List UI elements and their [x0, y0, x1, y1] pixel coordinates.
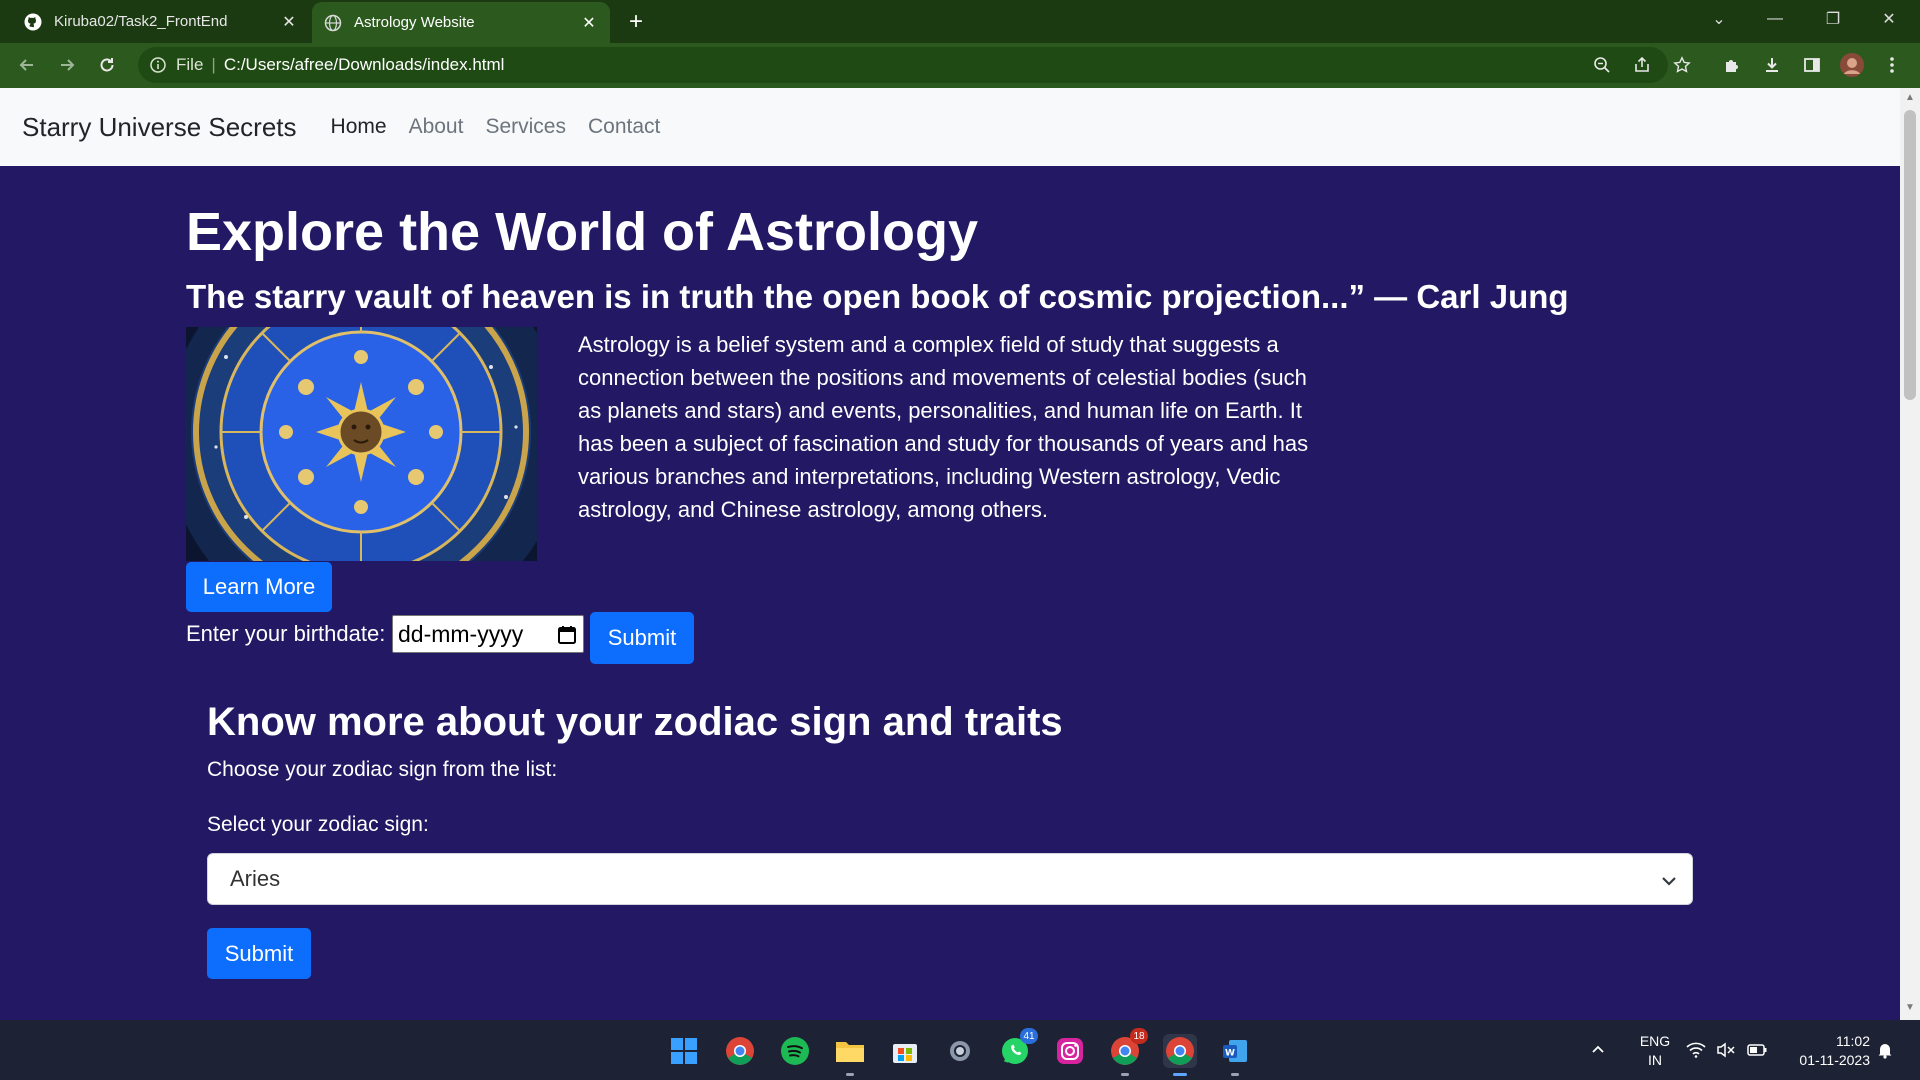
scroll-down-icon[interactable]: ▼	[1904, 1002, 1916, 1014]
tab-title: Astrology Website	[354, 14, 475, 31]
profile-avatar-icon[interactable]	[1838, 51, 1866, 79]
windows-taskbar: 41 18 W ENG IN 11:02 01-11-2023	[0, 1020, 1920, 1080]
running-indicator	[1231, 1073, 1239, 1076]
hero-quote: The starry vault of heaven is in truth t…	[186, 278, 1569, 315]
chrome-icon[interactable]	[723, 1034, 757, 1068]
spotify-icon[interactable]	[778, 1034, 812, 1068]
learn-more-button[interactable]: Learn More	[186, 562, 332, 612]
show-hidden-icons-chevron-icon[interactable]	[1590, 1020, 1606, 1080]
tab-search-icon[interactable]: ⌄	[1696, 0, 1742, 38]
back-icon[interactable]	[13, 51, 41, 79]
language-code: ENG	[1639, 1033, 1671, 1049]
close-icon[interactable]: ✕	[278, 11, 300, 33]
browser-toolbar: File | C:/Users/afree/Downloads/index.ht…	[0, 43, 1920, 88]
zodiac-section-title: Know more about your zodiac sign and tra…	[207, 700, 1063, 744]
region-code: IN	[1648, 1052, 1662, 1068]
instagram-icon[interactable]	[1053, 1034, 1087, 1068]
bookmark-star-icon[interactable]	[1668, 51, 1696, 79]
notification-bell-icon[interactable]	[1876, 1020, 1894, 1080]
calendar-icon[interactable]	[557, 624, 577, 644]
nav-link-services[interactable]: Services	[485, 115, 566, 139]
nav-link-about[interactable]: About	[409, 115, 464, 139]
tab-github[interactable]: Kiruba02/Task2_FrontEnd ✕	[10, 0, 310, 43]
svg-text:W: W	[1225, 1049, 1235, 1059]
restore-icon[interactable]: ❐	[1810, 0, 1856, 38]
web-page: Starry Universe Secrets Home About Servi…	[0, 88, 1900, 1020]
wifi-icon[interactable]	[1686, 1020, 1706, 1080]
running-indicator	[846, 1073, 854, 1076]
birthdate-label: Enter your birthdate:	[186, 621, 386, 646]
clock-time: 11:02	[1836, 1033, 1870, 1049]
system-clock[interactable]: 11:02 01-11-2023	[1780, 1032, 1870, 1070]
active-indicator	[1173, 1073, 1187, 1076]
settings-gear-icon[interactable]	[943, 1034, 977, 1068]
site-brand[interactable]: Starry Universe Secrets	[22, 112, 297, 143]
url-text: C:/Users/afree/Downloads/index.html	[223, 55, 505, 74]
chevron-down-icon	[1660, 870, 1678, 888]
language-indicator[interactable]: ENG IN	[1634, 1032, 1676, 1070]
scrollbar-thumb[interactable]	[1904, 110, 1916, 400]
astrology-description: Astrology is a belief system and a compl…	[578, 332, 1309, 522]
tab-astrology[interactable]: Astrology Website ✕	[312, 2, 610, 43]
notification-badge: 41	[1020, 1028, 1038, 1044]
side-panel-icon[interactable]	[1798, 51, 1826, 79]
menu-kebab-icon[interactable]	[1878, 51, 1906, 79]
zodiac-instructions: Choose your zodiac sign from the list:	[207, 758, 558, 781]
file-explorer-icon[interactable]	[833, 1034, 867, 1076]
extensions-icon[interactable]	[1718, 51, 1746, 79]
running-indicator	[1121, 1073, 1129, 1076]
browser-tab-bar: Kiruba02/Task2_FrontEnd ✕ Astrology Webs…	[0, 0, 1920, 43]
reload-icon[interactable]	[93, 51, 121, 79]
globe-icon	[324, 14, 342, 32]
page-scrollbar[interactable]: ▲ ▼	[1900, 88, 1920, 1020]
birthdate-placeholder: dd-mm-yyyy	[398, 620, 524, 647]
zodiac-select[interactable]: Aries	[207, 853, 1693, 905]
windows-start-icon[interactable]	[667, 1034, 701, 1068]
word-icon[interactable]: W	[1218, 1034, 1252, 1076]
zodiac-select-label: Select your zodiac sign:	[207, 813, 429, 836]
clock-date: 01-11-2023	[1799, 1052, 1870, 1068]
whatsapp-icon[interactable]: 41	[998, 1028, 1038, 1068]
zoom-icon[interactable]	[1588, 51, 1616, 79]
hero-title: Explore the World of Astrology	[186, 202, 979, 262]
zodiac-submit-button[interactable]: Submit	[207, 928, 311, 979]
birthdate-input[interactable]: dd-mm-yyyy	[392, 615, 584, 653]
info-icon[interactable]	[148, 55, 168, 75]
close-icon[interactable]: ✕	[578, 12, 600, 34]
zodiac-clock-image	[186, 327, 537, 561]
share-icon[interactable]	[1628, 51, 1656, 79]
new-tab-icon[interactable]: +	[622, 8, 650, 36]
microsoft-store-icon[interactable]	[888, 1034, 922, 1068]
chrome-profile-icon[interactable]: 18	[1108, 1028, 1148, 1076]
volume-muted-icon[interactable]	[1716, 1020, 1736, 1080]
notification-badge: 18	[1130, 1028, 1148, 1044]
nav-link-home[interactable]: Home	[331, 115, 387, 139]
chrome-active-icon[interactable]	[1163, 1034, 1197, 1076]
nav-link-contact[interactable]: Contact	[588, 115, 660, 139]
birthdate-submit-button[interactable]: Submit	[590, 612, 694, 664]
close-window-icon[interactable]: ✕	[1866, 0, 1912, 38]
scheme-label: File	[176, 55, 204, 74]
separator: |	[211, 55, 216, 74]
forward-icon[interactable]	[53, 51, 81, 79]
scroll-up-icon[interactable]: ▲	[1904, 92, 1916, 104]
site-navbar: Starry Universe Secrets Home About Servi…	[0, 88, 1900, 166]
battery-icon[interactable]	[1747, 1020, 1767, 1080]
minimize-icon[interactable]: —	[1752, 0, 1798, 38]
zodiac-select-value: Aries	[230, 866, 281, 891]
download-icon[interactable]	[1758, 51, 1786, 79]
address-bar[interactable]: File | C:/Users/afree/Downloads/index.ht…	[138, 47, 1668, 83]
github-icon	[24, 13, 42, 31]
tab-title: Kiruba02/Task2_FrontEnd	[54, 13, 228, 30]
